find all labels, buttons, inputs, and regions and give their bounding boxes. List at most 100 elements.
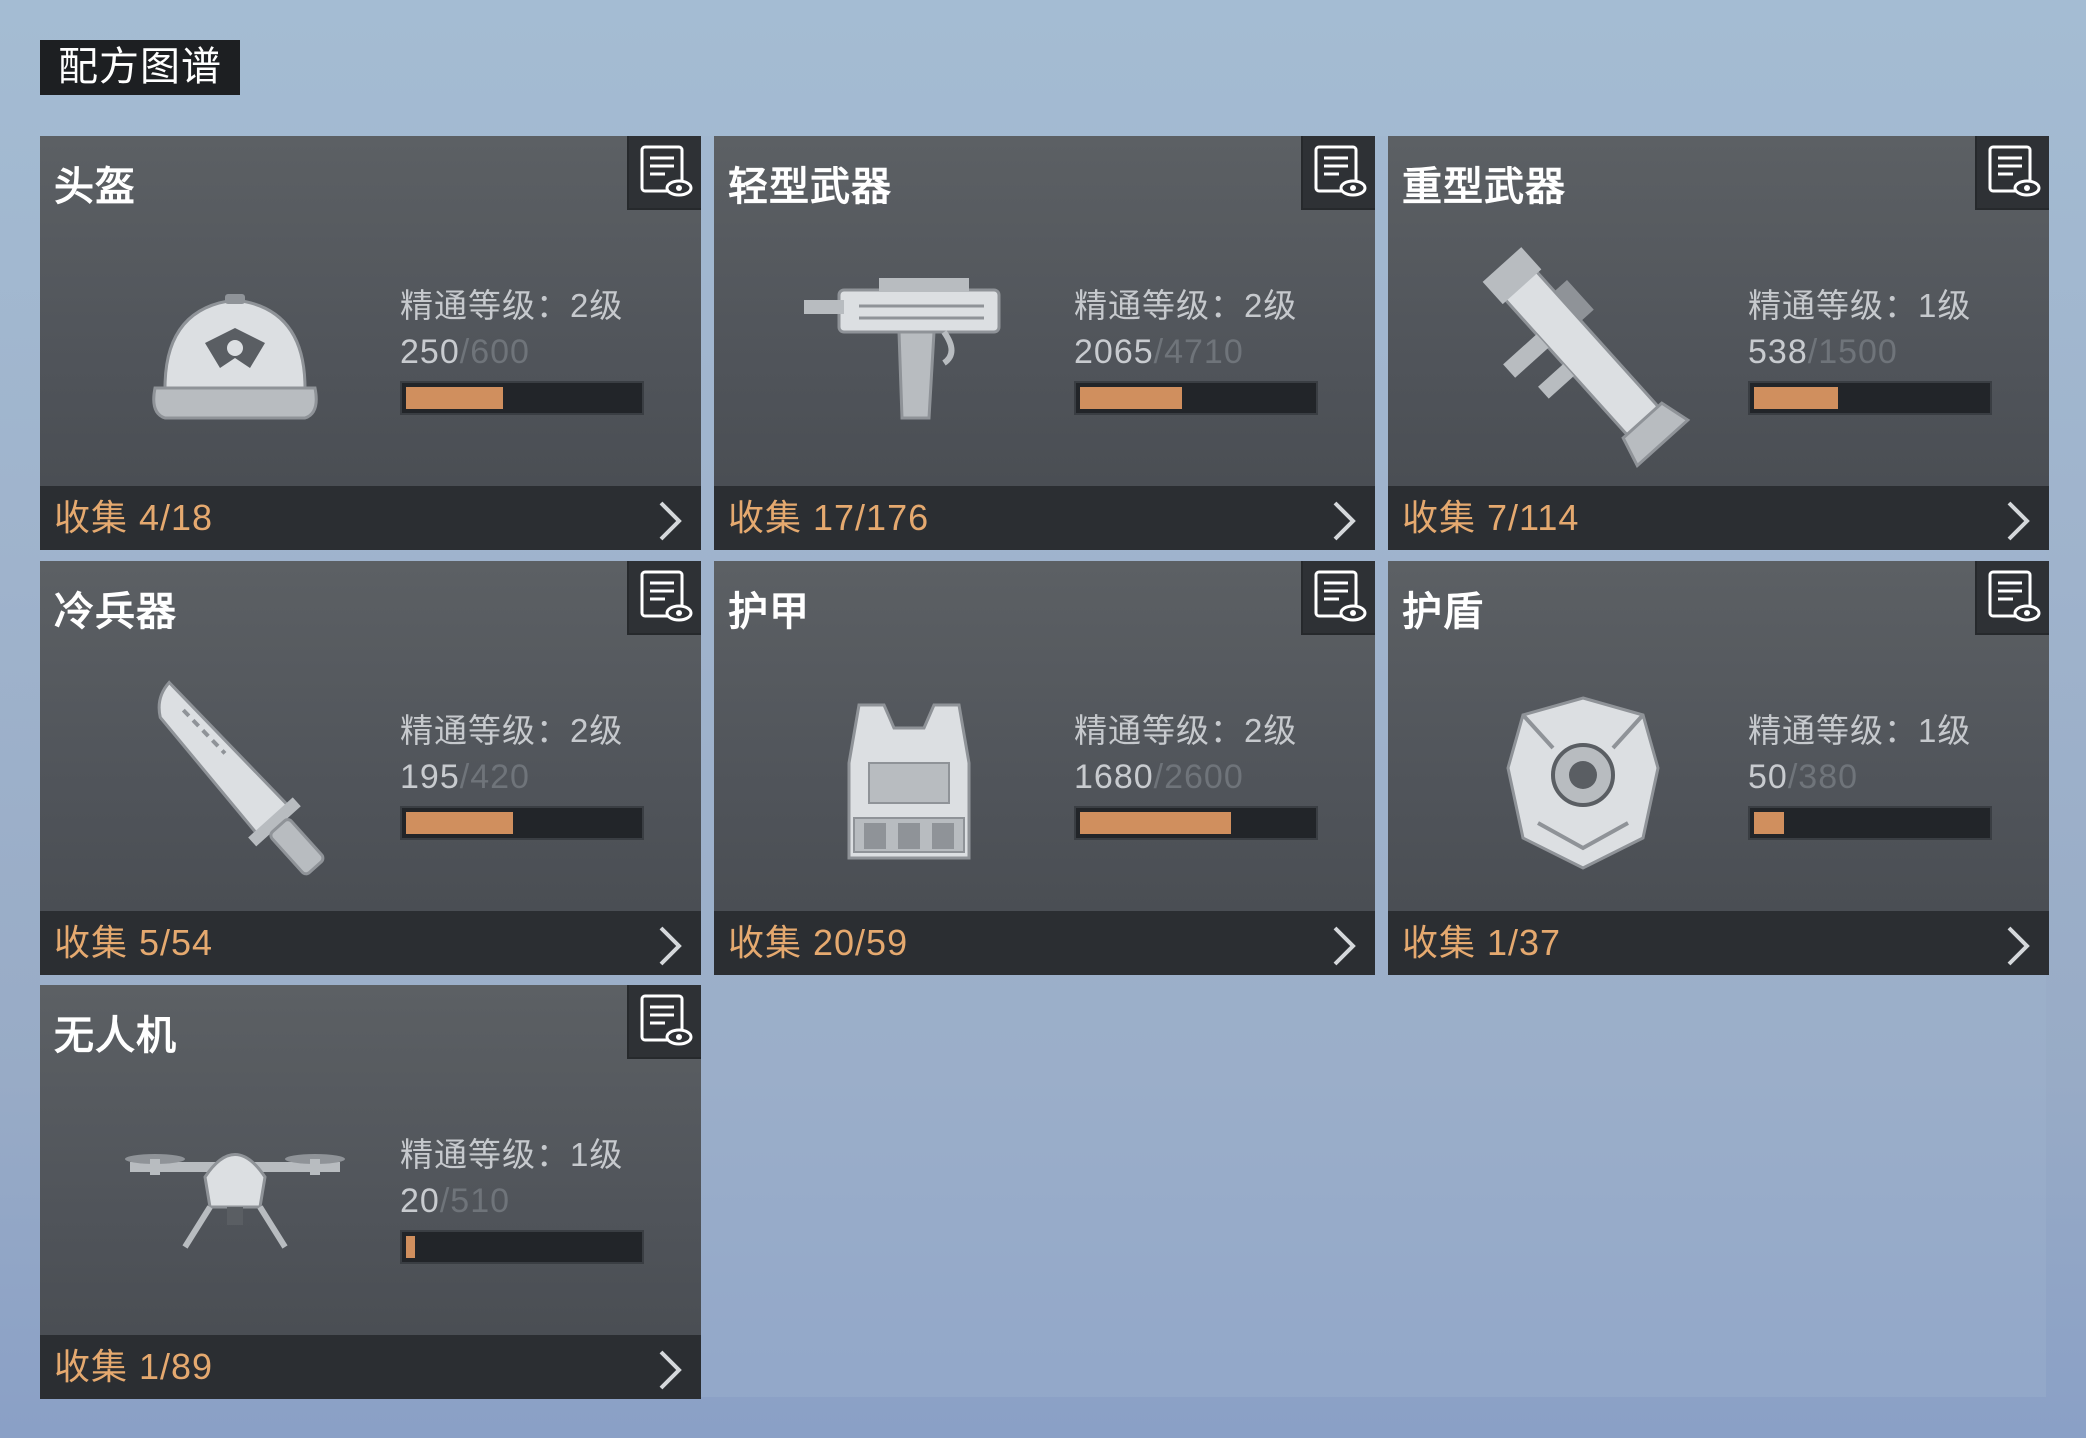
collection-footer-button[interactable]: 收集 7/114 [1388,486,2049,550]
view-details-button[interactable] [627,561,701,635]
view-details-button[interactable] [1301,136,1375,210]
mastery-label: 精通等级： [1748,712,1918,749]
recipe-card[interactable]: 护盾 精通等级：1级 50/380 收集 1/37 [1388,561,2049,975]
mastery-value: 2级 [1244,712,1298,749]
rocket-launcher-icon [1458,228,1708,478]
chevron-right-icon [657,925,683,972]
mastery-level: 精通等级：2级 [1074,279,1297,327]
xp-current: 50 [1748,758,1788,796]
mastery-value: 2级 [1244,287,1298,324]
card-title: 轻型武器 [728,165,892,209]
view-details-button[interactable] [627,985,701,1059]
chevron-right-icon [2005,500,2031,547]
xp-current: 1680 [1074,758,1154,796]
view-details-button[interactable] [1301,561,1375,635]
mastery-value: 1级 [1918,712,1972,749]
mastery-label: 精通等级： [400,1136,570,1173]
collection-count: 收集 17/176 [728,494,929,542]
submachine-gun-icon [784,228,1034,478]
collect-label: 收集 [54,922,140,963]
collection-footer-button[interactable]: 收集 17/176 [714,486,1375,550]
collection-count: 收集 7/114 [1402,494,1579,542]
card-title: 重型武器 [1402,165,1566,209]
mastery-progress-bar [400,806,644,840]
shield-icon [1458,653,1708,903]
collection-count: 收集 20/59 [728,919,908,967]
mastery-level: 精通等级：2级 [400,704,623,752]
chevron-right-icon [657,1349,683,1396]
recipe-card[interactable]: 头盔 精通等级：2级 250/600 收集 4/18 [40,136,701,550]
collect-label: 收集 [1402,922,1488,963]
xp-separator: / [1153,758,1165,796]
xp-separator: / [459,758,471,796]
xp-separator: / [1787,758,1799,796]
collect-value: 1/37 [1487,922,1562,963]
card-title: 护甲 [728,590,810,634]
mastery-value: 2级 [570,287,624,324]
collection-count: 收集 1/37 [1402,919,1561,967]
collect-value: 17/176 [813,497,930,538]
drone-icon [110,1077,360,1327]
collect-label: 收集 [728,922,814,963]
collect-value: 5/54 [139,922,214,963]
collection-count: 收集 1/89 [54,1343,213,1391]
xp-current: 2065 [1074,333,1154,371]
collection-count: 收集 5/54 [54,919,213,967]
collection-count: 收集 4/18 [54,494,213,542]
mastery-label: 精通等级： [400,287,570,324]
recipe-card[interactable]: 无人机 精通等级：1级 20/510 收集 1/89 [40,985,701,1399]
chevron-right-icon [2005,925,2031,972]
mastery-level: 精通等级：1级 [1748,279,1971,327]
progress-fill [406,812,513,834]
mastery-progress-bar [1074,381,1318,415]
progress-fill [1754,387,1838,409]
mastery-progress-bar [1748,806,1992,840]
collect-value: 20/59 [813,922,909,963]
xp-max: 380 [1798,758,1859,796]
collection-footer-button[interactable]: 收集 4/18 [40,486,701,550]
view-details-button[interactable] [1975,136,2049,210]
view-details-button[interactable] [627,136,701,210]
card-title: 护盾 [1402,590,1484,634]
xp-max: 600 [470,333,530,371]
collect-value: 1/89 [139,1346,214,1387]
recipe-card[interactable]: 冷兵器 精通等级：2级 195/420 收集 5/54 [40,561,701,975]
chevron-right-icon [1331,500,1357,547]
mastery-progress-bar [400,1230,644,1264]
recipe-card[interactable]: 重型武器 精通等级：1级 538/1500 收集 7/114 [1388,136,2049,550]
recipe-card[interactable]: 护甲 精通等级：2级 1680/2600 收集 20/59 [714,561,1375,975]
collection-footer-button[interactable]: 收集 1/37 [1388,911,2049,975]
mastery-value: 1级 [1918,287,1972,324]
mastery-label: 精通等级： [400,712,570,749]
xp-current: 20 [400,1182,440,1220]
chevron-right-icon [657,500,683,547]
view-details-button[interactable] [1975,561,2049,635]
mastery-value: 2级 [570,712,624,749]
collection-footer-button[interactable]: 收集 20/59 [714,911,1375,975]
xp-max: 2600 [1164,758,1244,796]
chevron-right-icon [1331,925,1357,972]
collection-footer-button[interactable]: 收集 5/54 [40,911,701,975]
card-title: 冷兵器 [54,590,177,634]
body-armor-icon [784,653,1034,903]
collect-label: 收集 [54,1346,140,1387]
xp-readout: 1680/2600 [1074,758,1244,797]
collection-footer-button[interactable]: 收集 1/89 [40,1335,701,1399]
mastery-progress-bar [1074,806,1318,840]
recipe-card[interactable]: 轻型武器 精通等级：2级 2065/4710 收集 17/176 [714,136,1375,550]
card-title: 头盔 [54,165,136,209]
xp-readout: 50/380 [1748,758,1858,797]
mastery-progress-bar [400,381,644,415]
progress-fill [406,387,503,409]
mastery-level: 精通等级：1级 [1748,704,1971,752]
page-title: 配方图谱 [40,40,240,95]
progress-fill [406,1236,415,1258]
xp-separator: / [439,1182,451,1220]
progress-fill [1080,812,1231,834]
xp-current: 538 [1748,333,1808,371]
xp-separator: / [1153,333,1165,371]
mastery-label: 精通等级： [1748,287,1918,324]
card-title: 无人机 [54,1014,177,1058]
collect-value: 4/18 [139,497,214,538]
xp-readout: 20/510 [400,1182,510,1221]
